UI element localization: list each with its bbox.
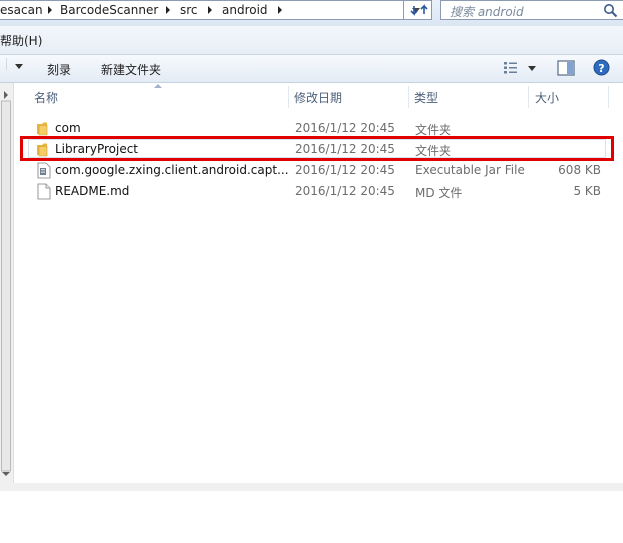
menu-item-help[interactable]: 帮助(H) xyxy=(0,32,42,49)
text-file-icon xyxy=(37,183,51,200)
nav-pane-scrollbar-thumb[interactable] xyxy=(1,91,11,543)
file-size: 5 KB xyxy=(573,184,601,198)
view-dropdown-chevron-icon[interactable] xyxy=(528,66,536,71)
search-icon[interactable] xyxy=(603,3,618,18)
column-divider[interactable] xyxy=(288,86,289,108)
list-item[interactable]: com.google.zxing.client.android.capt... … xyxy=(28,160,605,181)
file-date: 2016/1/12 20:45 xyxy=(295,121,395,135)
column-divider[interactable] xyxy=(608,86,609,108)
annotation-highlight xyxy=(20,136,614,161)
breadcrumb-item[interactable]: android xyxy=(222,2,268,18)
file-name: com.google.zxing.client.android.capt... xyxy=(55,163,289,177)
file-type: MD 文件 xyxy=(415,186,463,200)
toolbar: 刻录 新建文件夹 ? xyxy=(0,55,623,83)
search-placeholder: 搜索 android xyxy=(450,5,524,19)
chevron-down-icon xyxy=(14,64,23,69)
organize-dropdown[interactable] xyxy=(0,58,23,73)
breadcrumb-item[interactable]: BarcodeScanner xyxy=(60,2,158,18)
column-header-type[interactable]: 类型 xyxy=(414,86,438,110)
folder-icon xyxy=(37,122,48,136)
file-type: Executable Jar File xyxy=(415,163,525,177)
burn-button[interactable]: 刻录 xyxy=(47,61,71,78)
search-input[interactable]: 搜索 android xyxy=(440,0,623,20)
new-folder-button[interactable]: 新建文件夹 xyxy=(101,61,161,78)
file-size: 608 KB xyxy=(558,163,601,177)
breadcrumb-separator-icon[interactable] xyxy=(278,6,282,14)
sort-ascending-icon xyxy=(154,84,162,88)
preview-pane-icon[interactable] xyxy=(557,60,575,76)
column-divider[interactable] xyxy=(528,86,529,108)
svg-text:?: ? xyxy=(598,62,604,75)
file-name: com xyxy=(55,121,81,135)
view-options-icon[interactable] xyxy=(503,61,519,75)
breadcrumb-separator-icon[interactable] xyxy=(48,6,52,14)
column-header-name[interactable]: 名称 xyxy=(34,86,58,110)
pane-divider[interactable] xyxy=(13,83,14,491)
file-date: 2016/1/12 20:45 xyxy=(295,163,395,177)
file-date: 2016/1/12 20:45 xyxy=(295,184,395,198)
refresh-icon[interactable] xyxy=(410,1,428,19)
menu-bar: 帮助(H) xyxy=(0,26,623,55)
nav-pane-scrollbar[interactable] xyxy=(0,83,13,483)
help-icon[interactable]: ? xyxy=(593,59,610,76)
column-header-date[interactable]: 修改日期 xyxy=(294,86,342,110)
column-divider[interactable] xyxy=(408,86,409,108)
jar-file-icon xyxy=(37,162,51,179)
breadcrumb-item[interactable]: src xyxy=(180,2,198,18)
address-bar[interactable]: esacan BarcodeScanner src android xyxy=(0,0,404,20)
file-name: README.md xyxy=(55,184,130,198)
breadcrumb-separator-icon[interactable] xyxy=(208,6,212,14)
address-bar-row: esacan BarcodeScanner src android 搜索 and… xyxy=(0,0,623,26)
breadcrumb-separator-icon[interactable] xyxy=(166,6,170,14)
column-header-size[interactable]: 大小 xyxy=(535,86,559,110)
breadcrumb-item[interactable]: esacan xyxy=(0,2,43,18)
status-bar xyxy=(0,483,623,491)
list-item[interactable]: README.md 2016/1/12 20:45 MD 文件 5 KB xyxy=(28,181,605,202)
